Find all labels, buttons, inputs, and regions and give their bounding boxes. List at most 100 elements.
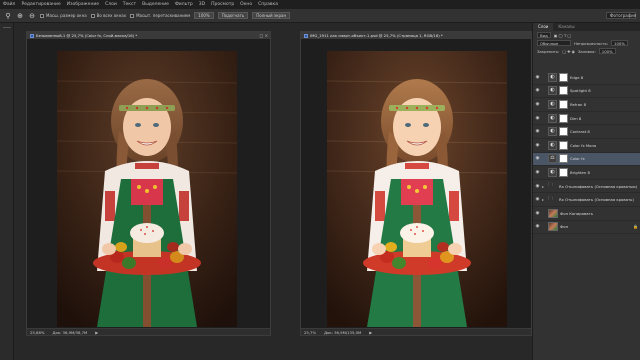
layer-row[interactable]: ◉ ◐ Refran 8 — [533, 98, 640, 112]
layer-name: Brighten 8 — [570, 169, 590, 175]
adjustment-layer-icon: ⚖ — [548, 154, 557, 164]
folder-icon: 🗀 — [548, 195, 554, 202]
zoom-level-1[interactable]: 25,88% — [30, 330, 44, 335]
eye-icon[interactable]: ◉ — [535, 211, 540, 216]
disclosure-triangle-icon[interactable]: ▸ — [542, 197, 546, 202]
eye-icon[interactable]: ◉ — [535, 224, 540, 229]
document-canvas-2[interactable] — [301, 39, 531, 329]
tab-channels[interactable]: Каналы — [553, 23, 579, 31]
menu-item-6[interactable]: Фильтр — [175, 2, 193, 7]
eye-icon[interactable]: ◉ — [535, 116, 540, 121]
layer-mask-thumbnail[interactable] — [559, 72, 568, 82]
layer-mask-thumbnail[interactable] — [559, 99, 568, 109]
fill-screen-button[interactable]: Полный экран — [252, 12, 291, 19]
eye-icon[interactable]: ◉ — [535, 143, 540, 148]
lock-label: Закрепить: — [537, 48, 560, 54]
panel-grip[interactable] — [2, 27, 11, 28]
eye-icon[interactable]: ◉ — [535, 184, 540, 189]
menu-item-1[interactable]: Редактирование — [21, 2, 60, 7]
scrubby-zoom-checkbox[interactable] — [130, 14, 135, 18]
document-window-1[interactable]: Безымянный-1 @ 25,7% (Color fx, Слой-мас… — [26, 31, 271, 336]
layer-mask-thumbnail[interactable] — [559, 167, 568, 177]
layer-row[interactable]: ◉ Фон Копировать — [533, 207, 640, 221]
workspace-select[interactable]: Фотография — [606, 12, 636, 19]
eye-icon[interactable]: ◉ — [535, 88, 540, 93]
blend-mode-select[interactable]: Обычные — [537, 40, 571, 46]
layer-row[interactable]: ◉ ◐ Spotlight 8 — [533, 85, 640, 99]
layer-row[interactable]: ◉ ⚖ Color fx — [533, 152, 640, 167]
status-bar-1: 25,88% Док: 36,9М/38,7М ▶ — [27, 328, 270, 335]
zoom-out-icon[interactable]: ⊖ — [28, 12, 36, 20]
document-title-2: IMG_1911 как смарт-объект-1.psd @ 25,7% … — [310, 33, 443, 38]
menu-item-8[interactable]: Просмотр — [211, 2, 234, 7]
document-window-2[interactable]: IMG_1911 как смарт-объект-1.psd @ 25,7% … — [300, 31, 532, 336]
layer-row[interactable]: ◉ ◐ Dim 8 — [533, 112, 640, 126]
opacity-field[interactable]: 100% — [611, 40, 628, 46]
resize-windows-label: Масш. размер окна — [46, 13, 87, 18]
zoom-in-icon[interactable]: ⊕ — [16, 12, 24, 20]
menu-item-7[interactable]: 3D — [199, 2, 205, 7]
layer-row[interactable]: ◉ ◐ Contrast 8 — [533, 125, 640, 139]
document-title-bar-2[interactable]: IMG_1911 как смарт-объект-1.psd @ 25,7% … — [301, 32, 531, 39]
adjustment-layer-icon: ◐ — [548, 72, 557, 82]
layer-name: Color fx Mono — [570, 142, 597, 148]
fill-field[interactable]: 100% — [598, 48, 616, 54]
portrait-image-edited — [327, 51, 507, 327]
eye-icon[interactable]: ◉ — [535, 75, 540, 80]
zoom-100-button[interactable]: 100% — [194, 12, 214, 19]
layer-row[interactable]: ◉ ▸ 🗀 Rx Отшлифовать (Основная кроватью) — [533, 180, 640, 194]
menu-item-0[interactable]: Файл — [3, 2, 15, 7]
menu-item-3[interactable]: Слои — [105, 2, 117, 7]
zoom-level-2[interactable]: 25,7% — [304, 330, 316, 335]
scrubby-zoom-option[interactable]: Масшт. перетаскиванием — [130, 13, 190, 18]
magnifier-icon[interactable]: ⚲ — [4, 12, 12, 20]
menu-item-10[interactable]: Справка — [258, 2, 278, 7]
panel-tabs: Слои Каналы — [533, 23, 640, 31]
document-canvas-1[interactable] — [27, 39, 270, 329]
status-arrow-icon[interactable]: ▶ — [369, 330, 372, 335]
disclosure-triangle-icon[interactable]: ▸ — [542, 184, 546, 189]
adjustment-layer-icon: ◐ — [548, 167, 557, 177]
layer-row[interactable]: ◉ ◐ Color fx Mono — [533, 139, 640, 153]
layers-list: ◉ ◐ Edge 8 ◉ ◐ Spotlight 8 ◉ ◐ Refran 8 ◉ ◐ Dim 8 ◉ ◐… — [533, 71, 640, 235]
layers-panel: Слои Каналы Вид ▣ ◯ T □ Обычные Непрозра… — [532, 23, 640, 360]
eye-icon[interactable]: ◉ — [535, 197, 540, 202]
layer-mask-thumbnail[interactable] — [559, 127, 568, 137]
fit-screen-button[interactable]: Подогнать — [217, 12, 249, 19]
layer-mask-thumbnail[interactable] — [559, 154, 568, 164]
layer-name: Rx Отшлифовать (Основная кроватью) — [559, 183, 638, 189]
blend-row: Обычные Непрозрачность: 100% — [533, 39, 640, 47]
menu-item-4[interactable]: Текст — [123, 2, 136, 7]
layer-thumbnail[interactable] — [548, 222, 558, 232]
window-controls-icon[interactable]: □ × — [260, 33, 268, 38]
layer-row[interactable]: ◉ ◐ Brighten 8 — [533, 166, 640, 180]
menu-item-2[interactable]: Изображение — [67, 2, 99, 7]
status-arrow-icon[interactable]: ▶ — [95, 330, 98, 335]
menu-bar: Файл Редактирование Изображение Слои Текст Вы… — [0, 0, 640, 9]
tab-layers[interactable]: Слои — [533, 23, 554, 31]
resize-windows-option[interactable]: Масш. размер окна — [40, 13, 87, 18]
layer-thumbnail[interactable] — [548, 208, 558, 218]
eye-icon[interactable]: ◉ — [535, 170, 540, 175]
layer-name: Фон Копировать — [560, 210, 593, 216]
menu-item-5[interactable]: Выделение — [142, 2, 169, 7]
all-windows-option[interactable]: Во всех окнах — [90, 13, 126, 18]
layer-row[interactable]: ◉ Фон 🔒 — [533, 221, 640, 235]
layer-mask-thumbnail[interactable] — [559, 113, 568, 123]
eye-icon[interactable]: ◉ — [535, 102, 540, 107]
layer-filter-select[interactable]: Вид — [537, 32, 551, 38]
filter-icons[interactable]: ▣ ◯ T □ — [554, 33, 571, 38]
layer-mask-thumbnail[interactable] — [559, 140, 568, 150]
menu-item-9[interactable]: Окно — [240, 2, 252, 7]
document-title-bar-1[interactable]: Безымянный-1 @ 25,7% (Color fx, Слой-мас… — [27, 32, 270, 39]
lock-icons[interactable]: □ ✚ ◉ — [562, 49, 575, 54]
all-windows-checkbox[interactable] — [90, 14, 95, 18]
resize-windows-checkbox[interactable] — [40, 14, 44, 18]
filter-row: Вид ▣ ◯ T □ — [533, 31, 640, 39]
layer-mask-thumbnail[interactable] — [559, 86, 568, 96]
portrait-image — [57, 51, 237, 327]
eye-icon[interactable]: ◉ — [535, 156, 540, 161]
layer-row[interactable]: ◉ ◐ Edge 8 — [533, 71, 640, 85]
eye-icon[interactable]: ◉ — [535, 129, 540, 134]
layer-row[interactable]: ◉ ▸ 🗀 Rx Отшлифовать (Основная кровать) — [533, 193, 640, 207]
